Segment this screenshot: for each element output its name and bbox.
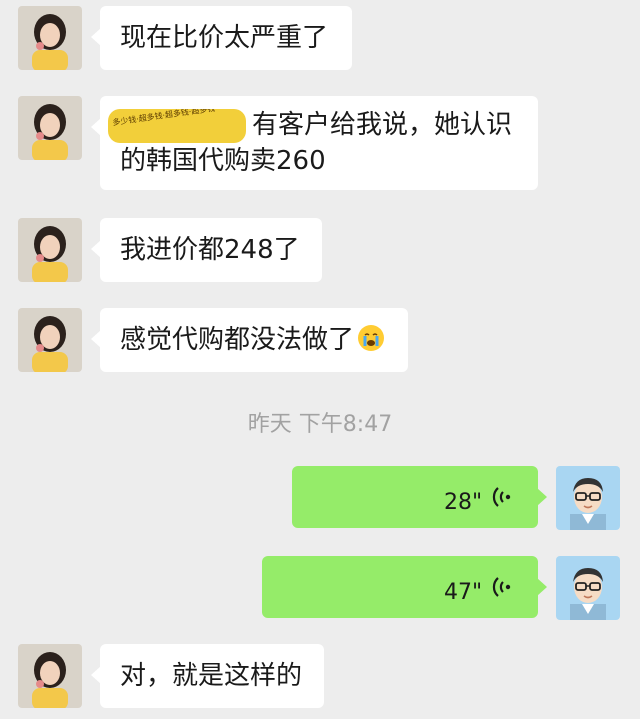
my-avatar[interactable] [556, 556, 620, 620]
message-text-content: 感觉代购都没法做了 [120, 325, 355, 355]
my-avatar[interactable] [556, 466, 620, 530]
voice-message-bubble[interactable]: 47" [262, 556, 547, 618]
contact-avatar-image [18, 96, 82, 160]
my-avatar-image [556, 466, 620, 530]
message-bubble[interactable]: 对，就是这样的 [91, 644, 324, 708]
voice-duration: 47" [444, 580, 483, 605]
message-bubble[interactable]: 我进价都248了 [91, 218, 322, 282]
sticker-image: 多少钱·超多钱·超多钱·超多钱 [108, 108, 246, 143]
contact-avatar[interactable] [18, 6, 82, 70]
chat-timestamp: 昨天 下午8:47 [247, 412, 393, 437]
message-bubble[interactable]: 现在比价太严重了 [91, 6, 352, 70]
message-text: 对，就是这样的 [120, 661, 303, 691]
message-text: 我进价都248了 [120, 235, 300, 265]
voice-duration: 28" [444, 490, 483, 515]
voice-wave-icon [492, 487, 511, 507]
crying-emoji-icon [358, 325, 385, 351]
message-bubble[interactable]: 多少钱·超多钱·超多钱·超多钱 有客户给我说，她认识 的韩国代购卖260 [91, 96, 538, 190]
contact-avatar[interactable] [18, 644, 82, 708]
message-line-1: 多少钱·超多钱·超多钱·超多钱 有客户给我说，她认识 [108, 106, 512, 144]
contact-avatar[interactable] [18, 218, 82, 282]
voice-message-bubble[interactable]: 28" [292, 466, 547, 528]
message-bubble[interactable]: 感觉代购都没法做了 [91, 308, 408, 372]
voice-wave-icon [492, 577, 511, 597]
message-text: 有客户给我说，她认识 [252, 110, 513, 140]
contact-avatar[interactable] [18, 308, 82, 372]
message-text: 的韩国代购卖260 [120, 146, 326, 176]
contact-avatar-image [18, 644, 82, 708]
message-text: 感觉代购都没法做了 [120, 321, 385, 359]
contact-avatar[interactable] [18, 96, 82, 160]
contact-avatar-image [18, 218, 82, 282]
contact-avatar-image [18, 308, 82, 372]
message-text: 现在比价太严重了 [120, 23, 329, 53]
contact-avatar-image [18, 6, 82, 70]
my-avatar-image [556, 556, 620, 620]
